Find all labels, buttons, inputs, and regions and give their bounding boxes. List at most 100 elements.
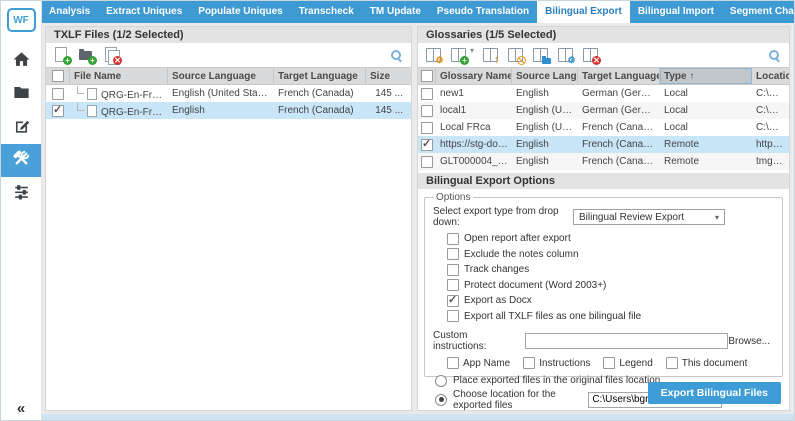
column-header-glossary-name[interactable]: Glossary Name	[436, 68, 512, 84]
row-checkbox[interactable]	[421, 139, 433, 151]
export-type-dropdown[interactable]: Bilingual Review Export ▾	[573, 209, 725, 225]
flag-app-name[interactable]: App Name	[447, 357, 510, 369]
column-header-location[interactable]: Location	[752, 68, 789, 84]
search-icon[interactable]	[768, 49, 781, 62]
option-track-changes[interactable]: Track changes	[447, 262, 774, 278]
custom-instructions-browse-button[interactable]: Browse...	[728, 336, 770, 347]
glossary-settings-icon[interactable]: ⚙	[558, 47, 574, 63]
checkbox[interactable]	[447, 295, 459, 307]
sidebar-item-editor[interactable]	[1, 111, 41, 144]
options-group-label: Options	[433, 192, 473, 203]
tab-bilingual-import[interactable]: Bilingual Import	[630, 1, 722, 23]
flag-legend[interactable]: Legend	[603, 357, 652, 369]
connect-remote-glossary-icon[interactable]	[508, 47, 524, 63]
row-checkbox[interactable]	[421, 105, 433, 117]
column-header-target-language[interactable]: Target Language	[274, 68, 366, 84]
add-file-icon[interactable]: +	[54, 47, 70, 63]
txlf-file-row[interactable]: QRG-En-FrCa.xlsx.txlf English (United St…	[46, 85, 411, 102]
column-header-target-language[interactable]: Target Language	[578, 68, 660, 84]
main-area: Analysis Extract Uniques Populate Unique…	[41, 1, 794, 420]
add-glossary-icon[interactable]: +	[451, 47, 467, 63]
sidebar-item-preferences[interactable]	[1, 177, 41, 210]
select-all-checkbox[interactable]	[46, 68, 70, 84]
checkbox[interactable]	[447, 357, 459, 369]
sidebar-collapse-button[interactable]: «	[1, 400, 41, 417]
sidebar-item-quick-tools[interactable]	[1, 144, 41, 177]
file-name-cell: QRG-En-FrCa_fr-CA-...	[70, 103, 168, 118]
glossaries-panel: Glossaries (1/5 Selected) ⚙ + ▾ ↑ ⚙ ✕	[417, 26, 790, 411]
export-type-label: Select export type from drop down:	[433, 206, 573, 228]
tab-segment-changes[interactable]: Segment Changes	[722, 1, 795, 23]
import-glossary-icon[interactable]: ↑	[483, 47, 499, 63]
sidebar-nav	[1, 45, 41, 210]
option-open-report[interactable]: Open report after export	[447, 231, 774, 247]
custom-instructions-input[interactable]	[525, 333, 729, 349]
tab-populate-uniques[interactable]: Populate Uniques	[190, 1, 290, 23]
remove-glossary-icon[interactable]: ✕	[583, 47, 599, 63]
checkbox[interactable]	[447, 310, 459, 322]
sidebar-item-home[interactable]	[1, 45, 41, 78]
radio-button[interactable]	[435, 375, 447, 387]
target-language-cell: French (Canada)	[274, 105, 366, 116]
options-group: Options Select export type from drop dow…	[424, 192, 783, 377]
wordfast-logo: WF	[7, 8, 36, 32]
radio-button[interactable]	[435, 394, 447, 406]
glossary-row[interactable]: https://stg-doc... English French (Canad…	[418, 136, 789, 153]
column-header-size[interactable]: Size	[366, 68, 411, 84]
glossary-row[interactable]: GLT000004_en... English French (Canada) …	[418, 153, 789, 170]
column-header-type-sorted[interactable]: Type ↑	[660, 68, 752, 84]
size-cell: 145 ...	[366, 88, 411, 99]
remove-files-icon[interactable]: ✕	[104, 47, 120, 63]
checkbox[interactable]	[447, 279, 459, 291]
content-area: TXLF Files (1/2 Selected) + + ✕ File Nam…	[41, 23, 794, 414]
source-language-cell: English (United States)	[168, 88, 274, 99]
option-protect-document[interactable]: Protect document (Word 2003+)	[447, 278, 774, 294]
tab-pseudo-translation[interactable]: Pseudo Translation	[429, 1, 537, 23]
row-checkbox[interactable]	[421, 122, 433, 134]
tab-bilingual-export[interactable]: Bilingual Export	[537, 1, 630, 23]
checkbox[interactable]	[447, 264, 459, 276]
row-checkbox[interactable]	[52, 88, 64, 100]
checkbox[interactable]	[523, 357, 535, 369]
home-icon	[12, 50, 31, 74]
size-cell: 145 ...	[366, 105, 411, 116]
tab-transcheck[interactable]: Transcheck	[291, 1, 362, 23]
select-all-checkbox[interactable]	[418, 68, 436, 84]
glossary-row[interactable]: Local FRca English (Unite... French (Can…	[418, 119, 789, 136]
search-icon[interactable]	[390, 49, 403, 62]
tab-extract-uniques[interactable]: Extract Uniques	[98, 1, 190, 23]
row-checkbox[interactable]	[52, 105, 64, 117]
export-options-body: Options Select export type from drop dow…	[418, 189, 789, 410]
add-folder-icon[interactable]: +	[79, 47, 95, 63]
custom-instructions-row: Custom instructions: Browse...	[433, 330, 774, 352]
row-checkbox[interactable]	[421, 88, 433, 100]
glossary-row[interactable]: new1 English German (Germany) Local C:\U…	[418, 85, 789, 102]
column-header-file-name[interactable]: File Name	[70, 68, 168, 84]
flag-this-document[interactable]: This document	[666, 357, 748, 369]
row-checkbox[interactable]	[421, 156, 433, 168]
option-export-as-docx[interactable]: Export as Docx	[447, 293, 774, 309]
create-glossary-icon[interactable]: ⚙	[426, 47, 442, 63]
option-exclude-notes[interactable]: Exclude the notes column	[447, 247, 774, 263]
txlf-toolbar: + + ✕	[46, 43, 411, 67]
checkbox[interactable]	[666, 357, 678, 369]
tab-analysis[interactable]: Analysis	[41, 1, 98, 23]
export-bilingual-files-button[interactable]: Export Bilingual Files	[648, 382, 781, 404]
checkbox[interactable]	[447, 233, 459, 245]
file-icon	[87, 88, 97, 100]
export-type-row: Select export type from drop down: Bilin…	[433, 206, 774, 228]
source-language-cell: English	[168, 105, 274, 116]
checkbox[interactable]	[447, 248, 459, 260]
add-glossary-caret[interactable]: ▾	[470, 46, 474, 55]
column-header-source-language[interactable]: Source Langua...	[512, 68, 578, 84]
txlf-file-row[interactable]: QRG-En-FrCa_fr-CA-... English French (Ca…	[46, 102, 411, 119]
checkbox[interactable]	[603, 357, 615, 369]
open-glossary-icon[interactable]	[533, 47, 549, 63]
flag-instructions[interactable]: Instructions	[523, 357, 590, 369]
sidebar-item-projects[interactable]	[1, 78, 41, 111]
tab-tm-update[interactable]: TM Update	[362, 1, 429, 23]
target-language-cell: French (Canada)	[274, 88, 366, 99]
option-export-one-file[interactable]: Export all TXLF files as one bilingual f…	[447, 309, 774, 325]
column-header-source-language[interactable]: Source Language	[168, 68, 274, 84]
glossary-row[interactable]: local1 English (Unite... German (Germany…	[418, 102, 789, 119]
